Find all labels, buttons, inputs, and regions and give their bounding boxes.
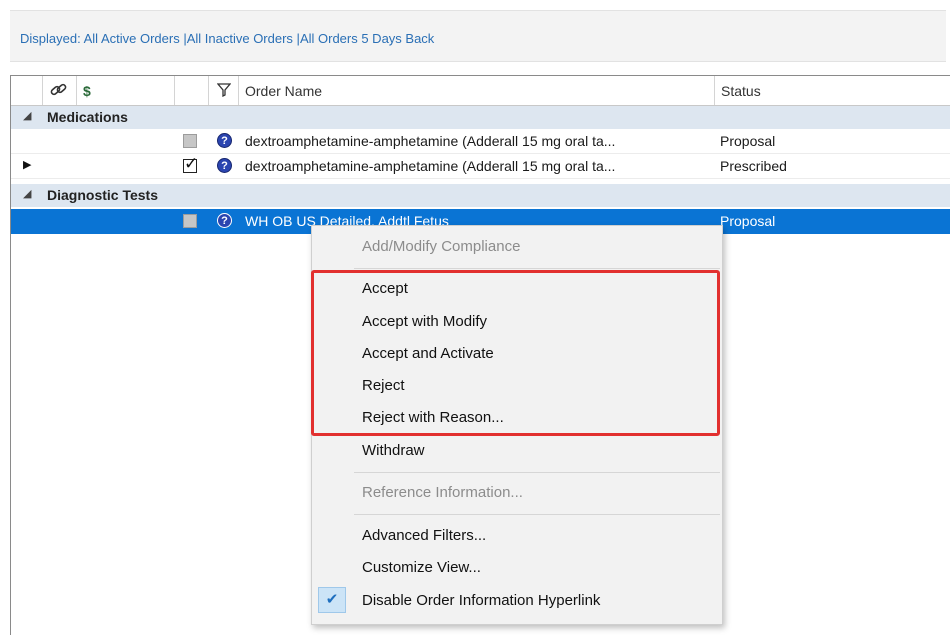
filter-prefix: Displayed:	[20, 31, 81, 46]
table-row[interactable]: ▶ ✓ ? dextroamphetamine-amphetamine (Add…	[11, 154, 950, 179]
collapse-triangle-icon[interactable]: ◢	[23, 187, 31, 200]
header-checkbox-col[interactable]	[175, 76, 209, 105]
filter-link-all-active[interactable]: All Active Orders	[84, 31, 180, 46]
filter-bar: Displayed: All Active Orders |All Inacti…	[10, 10, 946, 62]
chain-link-icon	[50, 83, 67, 96]
header-order-name[interactable]: Order Name	[239, 76, 715, 105]
order-checkbox[interactable]	[183, 134, 197, 148]
menu-separator	[354, 472, 720, 473]
check-icon: ✔	[318, 587, 346, 613]
context-menu: Add/Modify Compliance Accept Accept with…	[311, 225, 723, 625]
header-dollar-col[interactable]: $	[77, 76, 175, 105]
menu-item-reference-information[interactable]: Reference Information...	[362, 484, 523, 501]
collapse-triangle-icon[interactable]: ◢	[23, 109, 31, 122]
group-medications[interactable]: ◢ Medications	[11, 106, 950, 129]
question-icon[interactable]: ?	[217, 213, 232, 228]
header-status[interactable]: Status	[715, 76, 950, 105]
filter-funnel-icon	[217, 83, 231, 97]
question-icon[interactable]: ?	[217, 133, 232, 148]
filter-link-5-days[interactable]: All Orders 5 Days Back	[300, 31, 434, 46]
order-status: Prescribed	[720, 158, 787, 174]
menu-item-accept-and-activate[interactable]: Accept and Activate	[362, 345, 494, 362]
header-filter-col[interactable]	[209, 76, 239, 105]
menu-separator	[354, 268, 720, 269]
header-link-col[interactable]	[43, 76, 77, 105]
menu-item-accept-with-modify[interactable]: Accept with Modify	[362, 313, 487, 330]
order-name: dextroamphetamine-amphetamine (Adderall …	[245, 158, 616, 174]
order-status: Proposal	[720, 133, 776, 149]
question-icon[interactable]: ?	[217, 158, 232, 173]
row-pointer-icon: ▶	[23, 159, 32, 171]
menu-item-reject[interactable]: Reject	[362, 377, 405, 394]
menu-item-customize-view[interactable]: Customize View...	[362, 559, 481, 576]
menu-separator	[354, 514, 720, 515]
table-row[interactable]: ? dextroamphetamine-amphetamine (Adderal…	[11, 129, 950, 154]
order-checkbox[interactable]: ✓	[183, 154, 198, 173]
header-expand-col[interactable]	[11, 76, 43, 105]
filter-links: Displayed: All Active Orders |All Inacti…	[20, 31, 434, 46]
dollar-icon: $	[83, 83, 91, 99]
menu-item-withdraw[interactable]: Withdraw	[362, 442, 425, 459]
menu-item-reject-with-reason[interactable]: Reject with Reason...	[362, 409, 504, 426]
filter-link-all-inactive[interactable]: All Inactive Orders	[187, 31, 293, 46]
group-diagnostic-tests[interactable]: ◢ Diagnostic Tests	[11, 184, 950, 207]
menu-item-disable-order-info-hyperlink[interactable]: Disable Order Information Hyperlink	[362, 592, 600, 609]
menu-item-advanced-filters[interactable]: Advanced Filters...	[362, 527, 486, 544]
menu-item-add-modify-compliance[interactable]: Add/Modify Compliance	[362, 238, 520, 255]
grid-header: $ Order Name Status	[11, 76, 950, 106]
checkmark-icon: ✓	[184, 154, 199, 173]
order-status: Proposal	[720, 213, 776, 229]
order-checkbox[interactable]	[183, 214, 197, 228]
order-name: dextroamphetamine-amphetamine (Adderall …	[245, 133, 616, 149]
menu-item-accept[interactable]: Accept	[362, 280, 408, 297]
